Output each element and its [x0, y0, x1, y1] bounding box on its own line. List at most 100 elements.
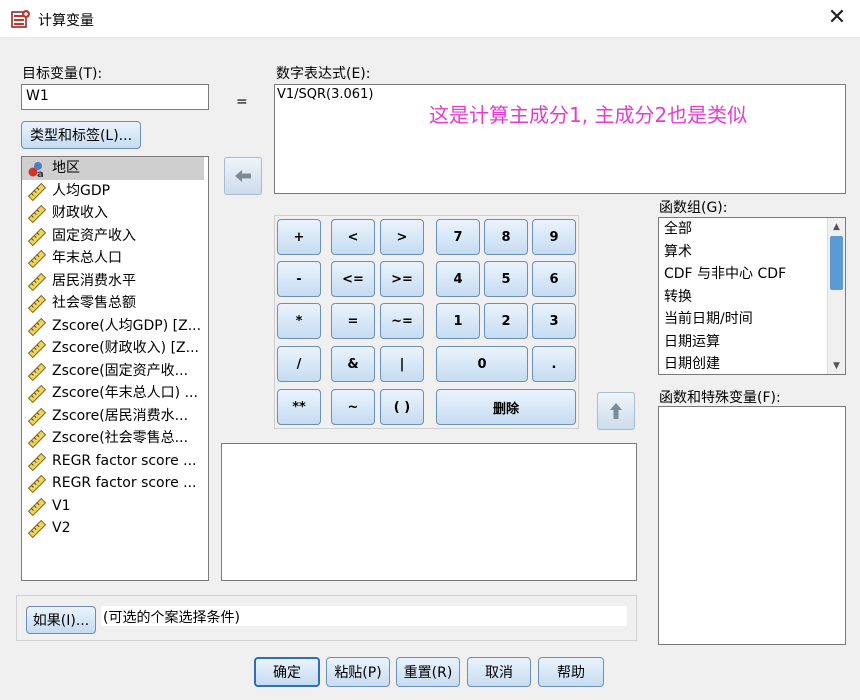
if-condition-panel: 如果(I)... (可选的个案选择条件) — [16, 595, 637, 641]
decimal-key[interactable]: . — [532, 346, 576, 382]
numeric-expression-input[interactable]: V1/SQR(3.061) 这是计算主成分1, 主成分2也是类似 — [274, 84, 846, 194]
operator-key[interactable]: < — [331, 219, 375, 255]
digit-key[interactable]: 7 — [436, 219, 480, 255]
if-condition-field: (可选的个案选择条件) — [101, 606, 627, 626]
scale-ruler-icon — [28, 362, 46, 381]
operator-key[interactable]: >= — [380, 261, 424, 297]
digit-key[interactable]: 1 — [436, 303, 480, 339]
operator-key[interactable]: ** — [277, 389, 321, 425]
if-condition-text: (可选的个案选择条件) — [103, 610, 240, 626]
function-group-item[interactable]: CDF 与非中心 CDF — [659, 263, 845, 286]
operator-key[interactable]: = — [331, 303, 375, 339]
variable-list-item[interactable]: a 地区 — [22, 157, 204, 180]
digit-key-zero[interactable]: 0 — [436, 346, 528, 382]
operator-key[interactable]: ~= — [380, 303, 424, 339]
function-group-item[interactable]: 当前日期/时间 — [659, 308, 845, 331]
function-group-item[interactable]: 日期创建 — [659, 353, 845, 374]
digit-key[interactable]: 5 — [484, 261, 528, 297]
operator-key[interactable]: | — [380, 346, 424, 382]
scale-ruler-icon — [28, 497, 46, 516]
operator-key[interactable]: <= — [331, 261, 375, 297]
delete-key[interactable]: 删除 — [436, 389, 576, 425]
variable-name: REGR factor score ... — [52, 475, 197, 491]
equals-sign: = — [236, 94, 248, 110]
variable-list-item[interactable]: 财政收入 — [22, 202, 208, 225]
scroll-thumb[interactable] — [830, 236, 843, 290]
variable-list-item[interactable]: 人均GDP — [22, 180, 208, 203]
ok-button[interactable]: 确定 — [254, 657, 320, 687]
variable-list-item[interactable]: Zscore(年末总人口) ... — [22, 382, 208, 405]
variable-list-item[interactable]: Zscore(固定资产收... — [22, 360, 208, 383]
move-to-expression-button[interactable] — [224, 157, 262, 195]
operator-key[interactable]: & — [331, 346, 375, 382]
variable-name: Zscore(人均GDP) [Z... — [52, 317, 202, 334]
variable-list-item[interactable]: 固定资产收入 — [22, 225, 208, 248]
scale-ruler-icon — [28, 250, 46, 268]
variable-list-item[interactable]: V2 — [22, 517, 208, 540]
target-variable-label: 目标变量(T): — [22, 66, 103, 82]
type-and-label-button[interactable]: 类型和标签(L)... — [21, 121, 141, 149]
operator-key[interactable]: + — [277, 219, 321, 255]
scale-ruler-icon — [28, 430, 46, 448]
variable-list-item[interactable]: 年末总人口 — [22, 247, 208, 270]
insert-function-button[interactable] — [597, 392, 635, 430]
digit-key[interactable]: 9 — [532, 219, 576, 255]
function-description-area — [221, 443, 637, 581]
reset-button[interactable]: 重置(R) — [396, 657, 460, 687]
digit-key[interactable]: 2 — [484, 303, 528, 339]
paste-button[interactable]: 粘贴(P) — [326, 657, 390, 687]
variable-name: 固定资产收入 — [52, 227, 136, 244]
close-button[interactable]: ✕ — [814, 0, 860, 38]
variable-list-item[interactable]: REGR factor score ... — [22, 472, 208, 495]
scale-ruler-icon — [28, 475, 46, 493]
function-group-list[interactable]: 全部 算术 CDF 与非中心 CDF 转换 当前日期/时间 日期运算 日期创建 ▲ ▼ — [658, 217, 846, 375]
source-variable-list[interactable]: a 地区人均GDP 财政收入固定资产收入 年末总人口居民消费水平社会零售总额 Zscor… — [21, 156, 209, 581]
variable-name: Zscore(固定资产收... — [52, 362, 189, 379]
digit-key[interactable]: 4 — [436, 261, 480, 297]
variable-name: 人均GDP — [52, 182, 111, 199]
variable-name: 年末总人口 — [52, 250, 122, 266]
scale-ruler-icon — [28, 295, 46, 313]
variable-list-item[interactable]: Zscore(人均GDP) [Z... — [22, 315, 208, 338]
operator-key[interactable]: ( ) — [380, 389, 424, 425]
variable-list-item[interactable]: Zscore(社会零售总... — [22, 427, 208, 450]
variable-name: V1 — [52, 497, 71, 514]
variable-list-item[interactable]: REGR factor score ... — [22, 450, 208, 473]
scale-ruler-icon — [28, 272, 46, 291]
scale-ruler-icon — [28, 317, 46, 336]
variable-name: 居民消费水平 — [52, 272, 136, 289]
if-button[interactable]: 如果(I)... — [26, 606, 96, 634]
help-button[interactable]: 帮助 — [538, 657, 604, 687]
operator-key[interactable]: / — [277, 346, 321, 382]
variable-list-item[interactable]: Zscore(财政收入) [Z... — [22, 337, 208, 360]
scroll-up-icon[interactable]: ▲ — [828, 218, 845, 235]
nominal-string-icon: a — [28, 162, 44, 178]
arrow-up-icon — [610, 403, 622, 419]
digit-key[interactable]: 3 — [532, 303, 576, 339]
function-group-scrollbar[interactable]: ▲ ▼ — [827, 218, 845, 374]
operator-key[interactable]: > — [380, 219, 424, 255]
variable-list-item[interactable]: 社会零售总额 — [22, 292, 208, 315]
target-variable-input[interactable]: W1 — [21, 84, 209, 110]
variable-list-item[interactable]: V1 — [22, 495, 208, 518]
window-title: 计算变量 — [38, 13, 94, 29]
operator-key[interactable]: * — [277, 303, 321, 339]
digit-key[interactable]: 8 — [484, 219, 528, 255]
functions-special-vars-label: 函数和特殊变量(F): — [659, 390, 781, 406]
cancel-button[interactable]: 取消 — [467, 657, 531, 687]
variable-list-item[interactable]: Zscore(居民消费水... — [22, 405, 208, 428]
scale-ruler-icon — [28, 205, 46, 223]
function-group-item[interactable]: 全部 — [659, 218, 845, 241]
variable-list-item[interactable]: 居民消费水平 — [22, 270, 208, 293]
operator-key[interactable]: ~ — [331, 389, 375, 425]
function-group-item[interactable]: 转换 — [659, 286, 845, 309]
digit-key[interactable]: 6 — [532, 261, 576, 297]
numeric-expression-label: 数字表达式(E): — [276, 66, 371, 82]
variable-name: REGR factor score ... — [52, 452, 197, 469]
functions-special-vars-list[interactable] — [658, 406, 846, 645]
operator-key[interactable]: - — [277, 261, 321, 297]
scroll-down-icon[interactable]: ▼ — [828, 357, 845, 374]
function-group-item[interactable]: 算术 — [659, 241, 845, 264]
function-group-item[interactable]: 日期运算 — [659, 331, 845, 354]
scale-ruler-icon — [28, 182, 46, 201]
